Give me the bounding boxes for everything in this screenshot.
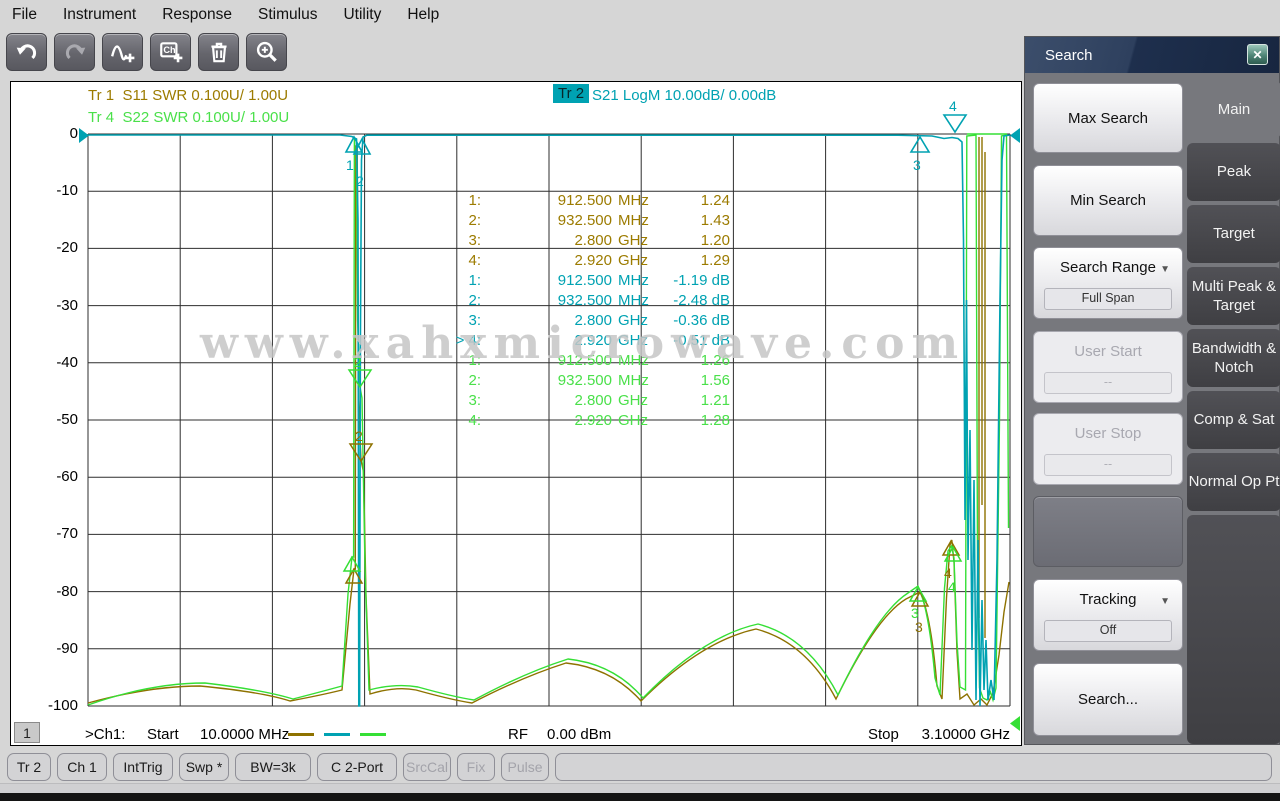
svg-text:2: 2 [355,428,363,444]
svg-text:Ch: Ch [163,45,176,55]
redo-icon [62,39,88,65]
svg-text:1: 1 [346,157,354,173]
rf-value[interactable]: 0.00 dBm [547,726,611,743]
status-fix: Fix [457,753,495,781]
s11-markers [346,444,959,606]
user-start-value: -- [1044,372,1172,394]
ref-arrow-s22-right [1010,716,1020,731]
undo-button[interactable] [6,33,47,71]
bottom-border [0,793,1280,801]
status-srccal: SrcCal [403,753,451,781]
search-range-value[interactable]: Full Span [1044,288,1172,310]
status-cal[interactable]: C 2-Port [317,753,397,781]
svg-text:4: 4 [949,98,957,114]
marker-readout-table: 1:912.500MHz1.24 2:932.500MHz1.43 3:2.80… [440,191,730,431]
blank-button [1033,496,1183,567]
status-trigger[interactable]: IntTrig [113,753,173,781]
svg-text:2: 2 [354,354,362,370]
undo-icon [14,39,40,65]
tracking-button[interactable]: Tracking ▼ Off [1033,579,1183,651]
tab-normal-op-pt[interactable]: Normal Op Pt [1187,453,1280,511]
user-stop-label: User Stop [1075,425,1142,442]
menu-item-file[interactable]: File [12,6,37,24]
user-stop-value: -- [1044,454,1172,476]
chevron-down-icon: ▼ [1160,264,1170,275]
redo-button[interactable] [54,33,95,71]
search-panel-header: Search [1025,37,1279,73]
menu-item-instrument[interactable]: Instrument [63,6,136,24]
svg-text:4: 4 [948,579,956,595]
channel-tab-1[interactable]: 1 [14,722,40,743]
svg-text:3: 3 [911,605,919,621]
menu-item-stimulus[interactable]: Stimulus [258,6,317,24]
tab-multi-peak-target[interactable]: Multi Peak & Target [1187,267,1280,325]
user-start-label: User Start [1074,343,1142,360]
tr2-swatch [324,733,350,736]
zoom-icon [254,39,280,65]
search-range-label: Search Range [1060,259,1156,276]
status-pulse: Pulse [501,753,549,781]
status-channel[interactable]: Ch 1 [57,753,107,781]
add-trace-button[interactable] [102,33,143,71]
chevron-down-icon: ▼ [1160,596,1170,607]
tab-filler [1187,515,1280,744]
menu-bar: File Instrument Response Stimulus Utilit… [0,0,1280,30]
add-trace-icon [109,39,137,65]
add-channel-icon: Ch [157,39,185,65]
tab-peak[interactable]: Peak [1187,143,1280,201]
svg-text:3: 3 [913,157,921,173]
delete-icon [206,39,232,65]
status-sweep[interactable]: Swp * [179,753,229,781]
channel-label: >Ch1: [85,726,125,743]
tr1-swatch [288,733,314,736]
menu-item-help[interactable]: Help [407,6,439,24]
delete-button[interactable] [198,33,239,71]
tr4-swatch [360,733,386,736]
search-panel: Search ✕ Max Search Min Search Search Ra… [1024,36,1280,745]
menu-item-response[interactable]: Response [162,6,232,24]
svg-text:3: 3 [915,619,923,635]
stop-value[interactable]: 3.10000 GHz [915,726,1010,743]
search-dialog-button[interactable]: Search... [1033,663,1183,736]
max-search-button[interactable]: Max Search [1033,83,1183,153]
stop-label[interactable]: Stop [868,726,899,743]
status-trace[interactable]: Tr 2 [7,753,51,781]
min-search-button[interactable]: Min Search [1033,165,1183,236]
start-label[interactable]: Start [147,726,179,743]
start-value[interactable]: 10.0000 MHz [200,726,289,743]
rf-label: RF [508,726,528,743]
svg-text:2: 2 [356,173,364,189]
tab-main[interactable]: Main [1187,81,1280,138]
status-empty [555,753,1272,781]
user-stop-button[interactable]: User Stop -- [1033,413,1183,485]
ref-arrow-s21-right [1010,128,1020,143]
close-icon[interactable]: ✕ [1247,44,1268,65]
zoom-button[interactable] [246,33,287,71]
tab-target[interactable]: Target [1187,205,1280,263]
tracking-label: Tracking [1080,591,1137,608]
user-start-button[interactable]: User Start -- [1033,331,1183,403]
menu-item-utility[interactable]: Utility [343,6,381,24]
tab-bandwidth-notch[interactable]: Bandwidth & Notch [1187,329,1280,387]
search-range-button[interactable]: Search Range ▼ Full Span [1033,247,1183,319]
status-bandwidth[interactable]: BW=3k [235,753,311,781]
search-panel-title: Search [1045,47,1093,64]
add-channel-button[interactable]: Ch [150,33,191,71]
tracking-value[interactable]: Off [1044,620,1172,642]
tab-comp-sat[interactable]: Comp & Sat [1187,391,1280,449]
